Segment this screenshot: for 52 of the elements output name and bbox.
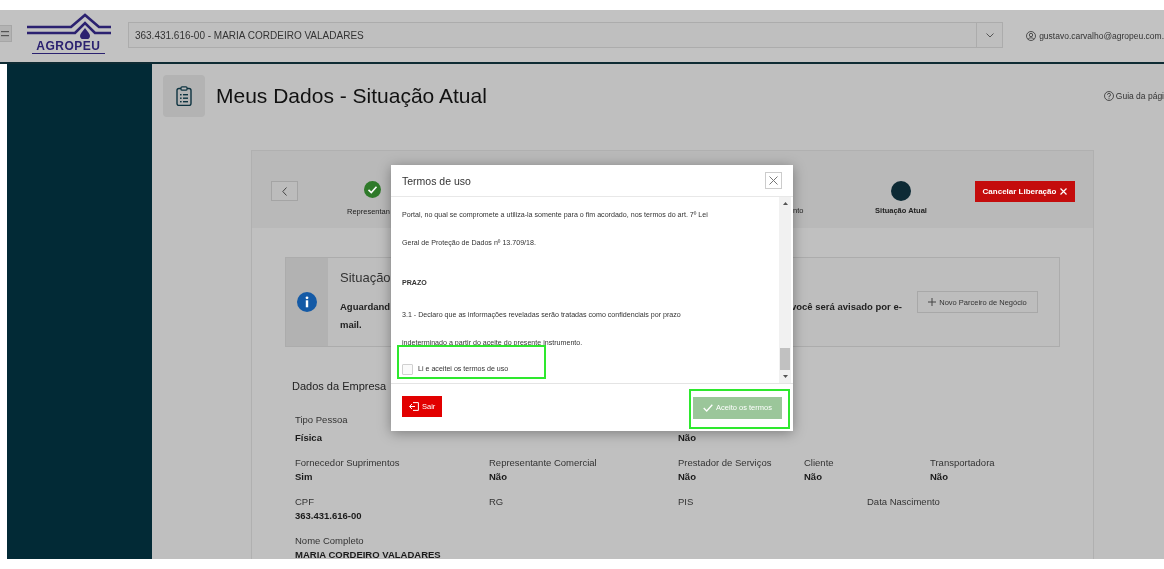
scroll-up-icon — [782, 202, 788, 205]
scrollbar[interactable] — [779, 197, 791, 383]
field-value: Sim — [295, 470, 313, 484]
status-title: Situação — [340, 269, 391, 287]
menu-button[interactable] — [0, 25, 12, 42]
field-label: Fornecedor Suprimentos — [295, 456, 400, 470]
scroll-thumb[interactable] — [780, 348, 790, 370]
info-icon — [297, 292, 317, 312]
help-icon — [1103, 91, 1114, 101]
plus-icon — [928, 298, 937, 306]
field-value: Não — [678, 431, 696, 445]
field-label: PIS — [678, 495, 694, 509]
close-icon — [769, 176, 778, 185]
chevron-left-icon — [282, 186, 287, 196]
field-value: 363.431.616-00 — [295, 509, 362, 523]
field-label: Representante Comercial — [489, 456, 597, 470]
field-label: CPF — [295, 495, 314, 509]
account-select[interactable]: 363.431.616-00 - MARIA CORDEIRO VALADARES — [127, 22, 1004, 48]
field-value: MARIA CORDEIRO VALADARES — [295, 548, 441, 559]
field-value: Física — [295, 431, 322, 445]
help-link[interactable]: Guia da pági — [1115, 91, 1164, 101]
back-button[interactable] — [271, 181, 298, 201]
field-value: Não — [678, 470, 696, 484]
user-icon — [1026, 31, 1037, 41]
field-value: Não — [930, 470, 948, 484]
field-value: Não — [804, 470, 822, 484]
logo-text: AGROPEU — [32, 40, 105, 54]
section-title: Dados da Empresa — [292, 379, 388, 394]
menu-icon — [1, 30, 9, 37]
field-label: Nome Completo — [295, 534, 364, 548]
status-message: Aguardand — [340, 300, 391, 314]
logo-icon — [24, 13, 112, 39]
field-label: Transportadora — [930, 456, 995, 470]
field-label: Data Nascimento — [867, 495, 940, 509]
field-label: Prestador de Serviços — [678, 456, 772, 470]
field-label: Cliente — [804, 456, 834, 470]
field-label: Tipo Pessoa — [295, 413, 348, 427]
clipboard-icon — [176, 86, 192, 106]
chevron-down-icon — [985, 32, 994, 38]
dialog-title: Termos de uso — [402, 174, 472, 187]
scroll-down-icon — [782, 375, 788, 378]
close-icon — [1060, 188, 1068, 195]
cancel-button[interactable]: Cancelar Liberação — [975, 181, 1075, 202]
page-title: Meus Dados - Situação Atual — [216, 84, 487, 108]
check-icon — [703, 403, 714, 412]
field-value: Não — [489, 470, 507, 484]
status-message: mail. — [340, 318, 362, 332]
field-label: RG — [489, 495, 504, 509]
close-button[interactable] — [765, 172, 782, 189]
exit-icon — [409, 402, 419, 411]
checkbox[interactable] — [402, 363, 413, 375]
user-email[interactable]: gustavo.carvalho@agropeu.com. — [1039, 31, 1164, 41]
